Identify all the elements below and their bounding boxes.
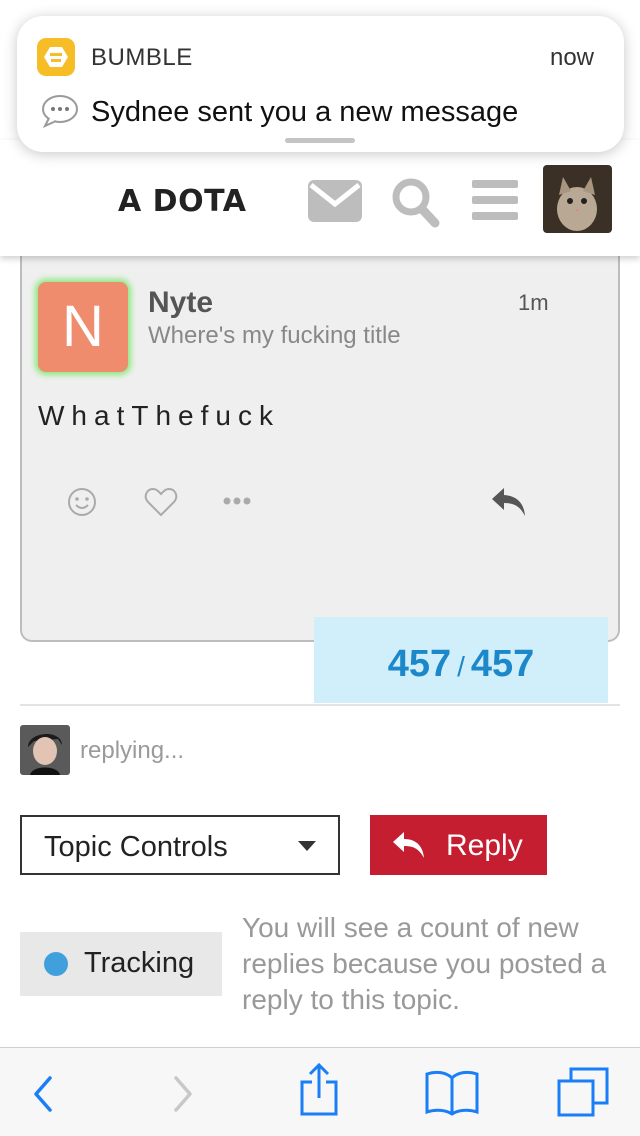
topic-progress[interactable]: 457/457 (314, 617, 608, 703)
logo-text[interactable]: A DOTA (118, 184, 246, 219)
share-icon[interactable] (298, 1062, 340, 1118)
browser-toolbar (0, 1047, 640, 1136)
push-notification[interactable]: BUMBLE now Sydnee sent you a new message (17, 16, 624, 152)
speech-bubble-icon (41, 94, 79, 136)
tabs-icon[interactable] (556, 1066, 610, 1118)
divider (20, 704, 620, 706)
post-author-avatar[interactable]: N (38, 282, 128, 372)
reply-arrow-icon[interactable] (490, 486, 528, 518)
chevron-down-icon (298, 841, 316, 851)
topic-controls-dropdown[interactable]: Topic Controls (20, 815, 340, 875)
replying-user-avatar[interactable] (20, 725, 70, 775)
heart-icon[interactable] (143, 486, 179, 518)
progress-total: 457 (470, 643, 535, 685)
back-icon[interactable] (30, 1074, 56, 1114)
post-body: WhatThefuck (38, 400, 280, 431)
reply-button-label: Reply (446, 829, 523, 862)
forward-icon[interactable] (170, 1074, 196, 1114)
progress-current: 457 (387, 643, 452, 685)
envelope-icon[interactable] (308, 180, 362, 222)
post-author-name[interactable]: Nyte (148, 286, 213, 320)
reply-button[interactable]: Reply (370, 815, 547, 875)
notification-grabber[interactable] (285, 138, 355, 143)
notification-app-name: BUMBLE (91, 44, 193, 71)
notification-message: Sydnee sent you a new message (91, 96, 519, 128)
more-icon[interactable] (222, 496, 252, 506)
tracking-button[interactable]: Tracking (20, 932, 222, 996)
user-avatar[interactable] (543, 165, 612, 233)
tracking-description: You will see a count of new replies beca… (242, 912, 607, 1015)
post-author-title: Where's my fucking title (148, 322, 401, 349)
replying-status: replying... (80, 737, 185, 764)
notification-time: now (549, 44, 594, 71)
reply-arrow-icon (393, 832, 424, 858)
bumble-app-icon (37, 38, 75, 76)
smiley-icon[interactable] (66, 486, 98, 518)
post-timestamp[interactable]: 1m (518, 290, 549, 316)
progress-separator: / (457, 651, 465, 682)
bookmarks-icon[interactable] (424, 1070, 480, 1116)
topic-controls-label: Topic Controls (44, 831, 228, 863)
search-icon[interactable] (390, 176, 440, 228)
tracking-label: Tracking (84, 947, 195, 979)
tracking-status-dot (44, 952, 68, 976)
hamburger-menu-icon[interactable] (472, 180, 518, 220)
